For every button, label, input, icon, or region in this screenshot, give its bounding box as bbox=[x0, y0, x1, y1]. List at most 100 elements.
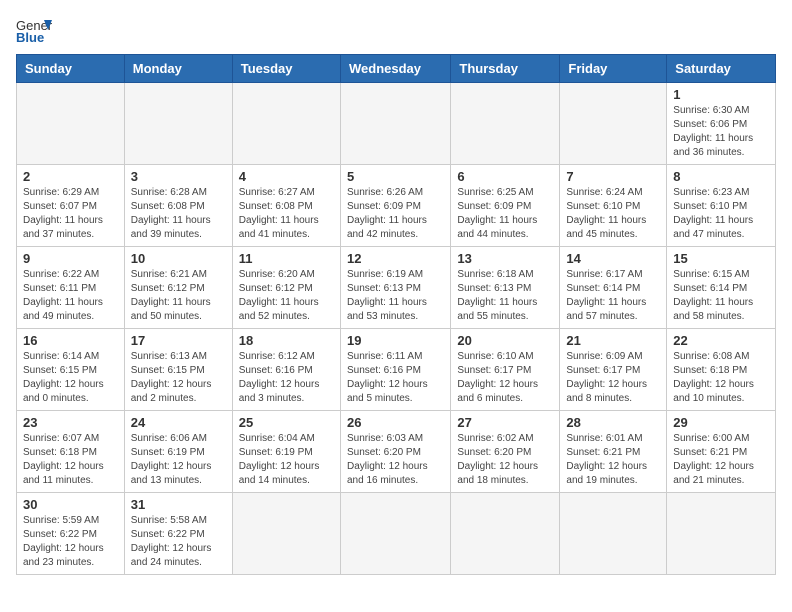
day-info: Sunrise: 6:26 AM Sunset: 6:09 PM Dayligh… bbox=[347, 186, 444, 242]
day-number: 16 bbox=[23, 333, 118, 348]
day-info: Sunrise: 6:07 AM Sunset: 6:18 PM Dayligh… bbox=[23, 432, 118, 488]
weekday-header-tuesday: Tuesday bbox=[232, 55, 340, 83]
weekday-header-friday: Friday bbox=[560, 55, 667, 83]
day-number: 22 bbox=[673, 333, 769, 348]
calendar-cell bbox=[232, 493, 340, 575]
calendar-cell: 2 Sunrise: 6:29 AM Sunset: 6:07 PM Daylig… bbox=[17, 165, 125, 247]
day-number: 6 bbox=[457, 169, 553, 184]
calendar-week-3: 9 Sunrise: 6:22 AM Sunset: 6:11 PM Daylig… bbox=[17, 247, 776, 329]
day-info: Sunrise: 6:11 AM Sunset: 6:16 PM Dayligh… bbox=[347, 350, 444, 406]
day-number: 26 bbox=[347, 415, 444, 430]
calendar-cell: 20 Sunrise: 6:10 AM Sunset: 6:17 PM Dayli… bbox=[451, 329, 560, 411]
calendar-week-1: 1Sunrise: 6:30 AM Sunset: 6:06 PM Daylig… bbox=[17, 83, 776, 165]
calendar-cell: 1Sunrise: 6:30 AM Sunset: 6:06 PM Daylig… bbox=[667, 83, 776, 165]
day-info: Sunrise: 6:09 AM Sunset: 6:17 PM Dayligh… bbox=[566, 350, 660, 406]
calendar-cell bbox=[451, 83, 560, 165]
day-number: 30 bbox=[23, 497, 118, 512]
day-number: 18 bbox=[239, 333, 334, 348]
day-number: 7 bbox=[566, 169, 660, 184]
calendar-cell: 21Sunrise: 6:09 AM Sunset: 6:17 PM Dayli… bbox=[560, 329, 667, 411]
calendar-cell: 18 Sunrise: 6:12 AM Sunset: 6:16 PM Dayli… bbox=[232, 329, 340, 411]
weekday-header-wednesday: Wednesday bbox=[340, 55, 450, 83]
day-number: 13 bbox=[457, 251, 553, 266]
day-info: Sunrise: 6:02 AM Sunset: 6:20 PM Dayligh… bbox=[457, 432, 553, 488]
calendar-header-row: SundayMondayTuesdayWednesdayThursdayFrid… bbox=[17, 55, 776, 83]
day-info: Sunrise: 6:23 AM Sunset: 6:10 PM Dayligh… bbox=[673, 186, 769, 242]
day-number: 28 bbox=[566, 415, 660, 430]
day-info: Sunrise: 6:28 AM Sunset: 6:08 PM Dayligh… bbox=[131, 186, 226, 242]
calendar-cell bbox=[560, 83, 667, 165]
day-number: 11 bbox=[239, 251, 334, 266]
calendar-cell: 25Sunrise: 6:04 AM Sunset: 6:19 PM Dayli… bbox=[232, 411, 340, 493]
day-info: Sunrise: 6:21 AM Sunset: 6:12 PM Dayligh… bbox=[131, 268, 226, 324]
day-number: 2 bbox=[23, 169, 118, 184]
calendar-cell: 7 Sunrise: 6:24 AM Sunset: 6:10 PM Daylig… bbox=[560, 165, 667, 247]
calendar-week-5: 23 Sunrise: 6:07 AM Sunset: 6:18 PM Dayli… bbox=[17, 411, 776, 493]
day-number: 29 bbox=[673, 415, 769, 430]
calendar-cell: 19 Sunrise: 6:11 AM Sunset: 6:16 PM Dayli… bbox=[340, 329, 450, 411]
calendar-cell bbox=[451, 493, 560, 575]
day-number: 23 bbox=[23, 415, 118, 430]
day-number: 24 bbox=[131, 415, 226, 430]
day-info: Sunrise: 6:08 AM Sunset: 6:18 PM Dayligh… bbox=[673, 350, 769, 406]
calendar-cell: 3 Sunrise: 6:28 AM Sunset: 6:08 PM Daylig… bbox=[124, 165, 232, 247]
calendar-cell: 14Sunrise: 6:17 AM Sunset: 6:14 PM Dayli… bbox=[560, 247, 667, 329]
calendar-cell bbox=[17, 83, 125, 165]
calendar-week-6: 30 Sunrise: 5:59 AM Sunset: 6:22 PM Dayli… bbox=[17, 493, 776, 575]
day-number: 12 bbox=[347, 251, 444, 266]
calendar-cell: 11 Sunrise: 6:20 AM Sunset: 6:12 PM Dayli… bbox=[232, 247, 340, 329]
calendar-cell: 27 Sunrise: 6:02 AM Sunset: 6:20 PM Dayli… bbox=[451, 411, 560, 493]
calendar-cell: 30 Sunrise: 5:59 AM Sunset: 6:22 PM Dayli… bbox=[17, 493, 125, 575]
day-info: Sunrise: 6:13 AM Sunset: 6:15 PM Dayligh… bbox=[131, 350, 226, 406]
day-number: 27 bbox=[457, 415, 553, 430]
day-info: Sunrise: 6:14 AM Sunset: 6:15 PM Dayligh… bbox=[23, 350, 118, 406]
day-number: 20 bbox=[457, 333, 553, 348]
day-info: Sunrise: 5:59 AM Sunset: 6:22 PM Dayligh… bbox=[23, 514, 118, 570]
day-info: Sunrise: 6:19 AM Sunset: 6:13 PM Dayligh… bbox=[347, 268, 444, 324]
day-info: Sunrise: 6:25 AM Sunset: 6:09 PM Dayligh… bbox=[457, 186, 553, 242]
weekday-header-thursday: Thursday bbox=[451, 55, 560, 83]
calendar-cell bbox=[124, 83, 232, 165]
day-number: 15 bbox=[673, 251, 769, 266]
calendar-cell: 22 Sunrise: 6:08 AM Sunset: 6:18 PM Dayli… bbox=[667, 329, 776, 411]
day-info: Sunrise: 6:03 AM Sunset: 6:20 PM Dayligh… bbox=[347, 432, 444, 488]
day-info: Sunrise: 6:29 AM Sunset: 6:07 PM Dayligh… bbox=[23, 186, 118, 242]
day-info: Sunrise: 6:24 AM Sunset: 6:10 PM Dayligh… bbox=[566, 186, 660, 242]
calendar-week-2: 2 Sunrise: 6:29 AM Sunset: 6:07 PM Daylig… bbox=[17, 165, 776, 247]
calendar-cell: 15 Sunrise: 6:15 AM Sunset: 6:14 PM Dayli… bbox=[667, 247, 776, 329]
calendar-cell: 9 Sunrise: 6:22 AM Sunset: 6:11 PM Daylig… bbox=[17, 247, 125, 329]
day-info: Sunrise: 6:20 AM Sunset: 6:12 PM Dayligh… bbox=[239, 268, 334, 324]
day-number: 9 bbox=[23, 251, 118, 266]
day-info: Sunrise: 6:10 AM Sunset: 6:17 PM Dayligh… bbox=[457, 350, 553, 406]
day-number: 5 bbox=[347, 169, 444, 184]
calendar-cell: 6 Sunrise: 6:25 AM Sunset: 6:09 PM Daylig… bbox=[451, 165, 560, 247]
calendar-cell: 23 Sunrise: 6:07 AM Sunset: 6:18 PM Dayli… bbox=[17, 411, 125, 493]
weekday-header-saturday: Saturday bbox=[667, 55, 776, 83]
day-info: Sunrise: 6:15 AM Sunset: 6:14 PM Dayligh… bbox=[673, 268, 769, 324]
day-info: Sunrise: 5:58 AM Sunset: 6:22 PM Dayligh… bbox=[131, 514, 226, 570]
page-header: General Blue bbox=[16, 16, 776, 44]
weekday-header-sunday: Sunday bbox=[17, 55, 125, 83]
calendar-cell: 16 Sunrise: 6:14 AM Sunset: 6:15 PM Dayli… bbox=[17, 329, 125, 411]
day-info: Sunrise: 6:17 AM Sunset: 6:14 PM Dayligh… bbox=[566, 268, 660, 324]
calendar-week-4: 16 Sunrise: 6:14 AM Sunset: 6:15 PM Dayli… bbox=[17, 329, 776, 411]
calendar-cell bbox=[560, 493, 667, 575]
day-info: Sunrise: 6:06 AM Sunset: 6:19 PM Dayligh… bbox=[131, 432, 226, 488]
day-number: 1 bbox=[673, 87, 769, 102]
calendar-cell: 4 Sunrise: 6:27 AM Sunset: 6:08 PM Daylig… bbox=[232, 165, 340, 247]
day-number: 19 bbox=[347, 333, 444, 348]
calendar-cell: 8Sunrise: 6:23 AM Sunset: 6:10 PM Daylig… bbox=[667, 165, 776, 247]
logo-icon: General Blue bbox=[16, 16, 52, 44]
day-number: 3 bbox=[131, 169, 226, 184]
day-info: Sunrise: 6:12 AM Sunset: 6:16 PM Dayligh… bbox=[239, 350, 334, 406]
day-info: Sunrise: 6:22 AM Sunset: 6:11 PM Dayligh… bbox=[23, 268, 118, 324]
calendar-cell: 29Sunrise: 6:00 AM Sunset: 6:21 PM Dayli… bbox=[667, 411, 776, 493]
day-info: Sunrise: 6:27 AM Sunset: 6:08 PM Dayligh… bbox=[239, 186, 334, 242]
calendar-cell: 13Sunrise: 6:18 AM Sunset: 6:13 PM Dayli… bbox=[451, 247, 560, 329]
calendar-cell bbox=[340, 493, 450, 575]
calendar-cell: 24 Sunrise: 6:06 AM Sunset: 6:19 PM Dayli… bbox=[124, 411, 232, 493]
logo: General Blue bbox=[16, 16, 52, 44]
day-number: 31 bbox=[131, 497, 226, 512]
calendar-table: SundayMondayTuesdayWednesdayThursdayFrid… bbox=[16, 54, 776, 575]
day-number: 4 bbox=[239, 169, 334, 184]
